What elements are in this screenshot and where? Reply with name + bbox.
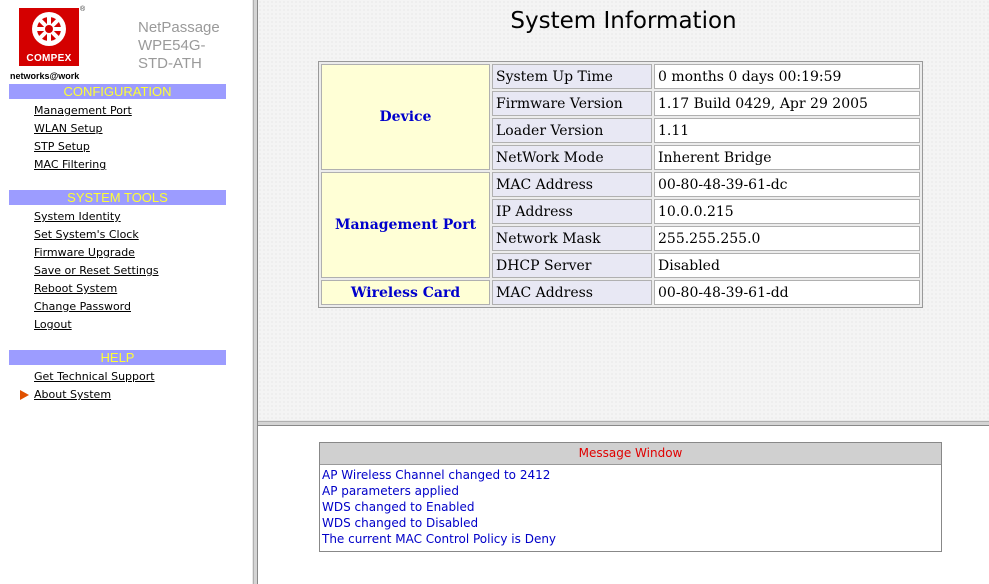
message-line: The current MAC Control Policy is Deny: [322, 532, 557, 546]
product-name: NetPassage WPE54G- STD-ATH: [138, 19, 220, 73]
nav-link-reboot-system[interactable]: Reboot System: [34, 282, 117, 295]
table-row: Management Port MAC Address 00-80-48-39-…: [321, 172, 920, 278]
right-arrow-icon: [20, 390, 29, 400]
message-window: Message Window AP Wireless Channel chang…: [319, 442, 942, 552]
nav-link-mac-filtering[interactable]: MAC Filtering: [34, 158, 106, 171]
compex-logo: COMPEX: [19, 8, 79, 66]
product-name-line: STD-ATH: [138, 55, 202, 72]
message-line: AP Wireless Channel changed to 2412: [322, 468, 551, 482]
row-value: 0 months 0 days 00:19:59: [654, 64, 920, 89]
section-header-system-tools: SYSTEM TOOLS: [9, 190, 226, 205]
row-value: Disabled: [654, 253, 920, 278]
row-label: NetWork Mode: [492, 145, 652, 170]
nav-link-change-password[interactable]: Change Password: [34, 300, 131, 313]
brand-tagline: networks@work: [10, 71, 80, 81]
message-window-title: Message Window: [320, 443, 941, 465]
nav-link-save-reset-settings[interactable]: Save or Reset Settings: [34, 264, 159, 277]
row-label: Loader Version: [492, 118, 652, 143]
row-label: DHCP Server: [492, 253, 652, 278]
nav-link-about-system[interactable]: About System: [34, 388, 111, 401]
registered-mark: ®: [80, 6, 86, 13]
row-value: 1.17 Build 0429, Apr 29 2005: [654, 91, 920, 116]
nav-link-system-identity[interactable]: System Identity: [34, 210, 121, 223]
nav-link-wlan-setup[interactable]: WLAN Setup: [34, 122, 103, 135]
row-label: MAC Address: [492, 172, 652, 197]
page-title: System Information: [510, 8, 737, 34]
product-name-line: WPE54G-: [138, 37, 206, 54]
message-line: WDS changed to Disabled: [322, 516, 479, 530]
group-label-wireless-card: Wireless Card: [321, 280, 490, 305]
nav-link-logout[interactable]: Logout: [34, 318, 72, 331]
group-label-device: Device: [321, 64, 490, 170]
row-label: System Up Time: [492, 64, 652, 89]
row-label: MAC Address: [492, 280, 652, 305]
table-row: Wireless Card MAC Address 00-80-48-39-61…: [321, 280, 920, 305]
row-value: 00-80-48-39-61-dc: [654, 172, 920, 197]
table-row: Device System Up Time 0 months 0 days 00…: [321, 64, 920, 170]
row-label: Network Mask: [492, 226, 652, 251]
logo-emblem-icon: [32, 12, 66, 46]
message-frame: Message Window AP Wireless Channel chang…: [258, 426, 989, 584]
nav-link-stp-setup[interactable]: STP Setup: [34, 140, 90, 153]
navigation-frame: COMPEX ® networks@work NetPassage WPE54G…: [0, 0, 252, 584]
row-value: 1.11: [654, 118, 920, 143]
nav-link-management-port[interactable]: Management Port: [34, 104, 132, 117]
nav-link-firmware-upgrade[interactable]: Firmware Upgrade: [34, 246, 135, 259]
group-label-management-port: Management Port: [321, 172, 490, 278]
system-info-table: Device System Up Time 0 months 0 days 00…: [318, 61, 923, 308]
row-value: 255.255.255.0: [654, 226, 920, 251]
message-line: AP parameters applied: [322, 484, 459, 498]
nav-link-technical-support[interactable]: Get Technical Support: [34, 370, 155, 383]
message-list: AP Wireless Channel changed to 2412 AP p…: [320, 465, 941, 547]
message-line: WDS changed to Enabled: [322, 500, 475, 514]
row-value: 10.0.0.215: [654, 199, 920, 224]
section-header-help: HELP: [9, 350, 226, 365]
row-value: Inherent Bridge: [654, 145, 920, 170]
row-value: 00-80-48-39-61-dd: [654, 280, 920, 305]
nav-link-set-system-clock[interactable]: Set System's Clock: [34, 228, 139, 241]
row-label: Firmware Version: [492, 91, 652, 116]
logo-text: COMPEX: [26, 53, 72, 64]
product-name-line: NetPassage: [138, 19, 220, 36]
section-header-configuration: CONFIGURATION: [9, 84, 226, 99]
row-label: IP Address: [492, 199, 652, 224]
